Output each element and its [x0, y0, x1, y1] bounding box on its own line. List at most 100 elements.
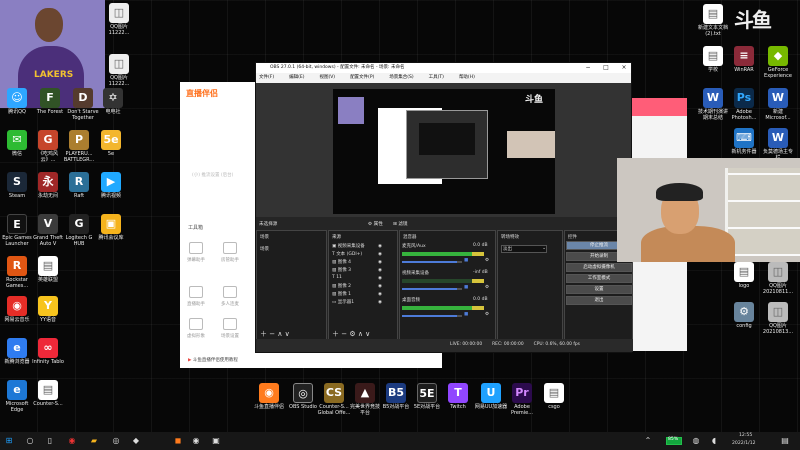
- minimize-icon[interactable]: −: [582, 63, 594, 73]
- menu-edit[interactable]: 编辑(E): [289, 73, 304, 83]
- tool-multi-mic[interactable]: 多人连麦: [216, 286, 244, 307]
- desktop-icon-diandian[interactable]: ✡ 电电社: [96, 88, 130, 116]
- desktop-icon-5e[interactable]: 5e 5e: [94, 130, 128, 158]
- notification-icon[interactable]: ▤: [779, 435, 791, 447]
- desktop-icon-counter-strike-file[interactable]: ▤ Counter-S...: [31, 380, 65, 408]
- source-item[interactable]: ▧ 图像 3: [332, 267, 351, 273]
- desktop-icon-word-review[interactable]: W 技术期刊演讲 期末总结: [696, 88, 730, 122]
- network-icon[interactable]: ◍: [690, 435, 702, 447]
- desktop-icon-netease-music[interactable]: ◉ 网易云音乐: [0, 296, 34, 324]
- steam-taskbar-icon[interactable]: ◎: [110, 435, 122, 447]
- desktop-icon-douyu-companion[interactable]: ◉ 斗鱼直播伴侣: [252, 383, 286, 411]
- desktop-icon-tencent-video[interactable]: ▶ 腾讯视频: [94, 172, 128, 200]
- desktop-icon-tencent-qq[interactable]: ☺ 腾讯QQ: [0, 88, 34, 116]
- desktop-icon-dont-starve[interactable]: D Don't Starve Together: [66, 88, 100, 122]
- desktop-icon-lol[interactable]: ▤ 英雄联盟: [31, 256, 65, 284]
- chrome-icon[interactable]: ◉: [66, 435, 78, 447]
- menu-scene-collection[interactable]: 场景集合(S): [389, 73, 413, 83]
- desktop-icon-gta-v[interactable]: V Grand Theft Auto V: [31, 214, 65, 248]
- game-taskbar-icon[interactable]: ◆: [130, 435, 142, 447]
- speaker-icon[interactable]: ■: [464, 258, 468, 263]
- desktop-icon-5e-platform[interactable]: 5E 5E对战平台: [410, 383, 444, 411]
- desktop-icon-qq-image-3[interactable]: ◫ QQ图片 20210811...: [761, 262, 795, 296]
- gear-icon[interactable]: ⚙: [485, 285, 489, 290]
- desktop-icon-wechat[interactable]: ✉ 微信: [0, 130, 34, 158]
- search-icon[interactable]: ○: [24, 435, 36, 447]
- speaker-icon[interactable]: ■: [464, 312, 468, 317]
- streamer-footer[interactable]: ▶ 斗鱼直播伴侣使用教程: [180, 352, 442, 368]
- visibility-icons[interactable]: ◉ ◉ ◉ ◉ ◉ ◉ ◉ ◉: [378, 243, 382, 307]
- menu-help[interactable]: 帮助(H): [459, 73, 475, 83]
- source-item[interactable]: ▣ 视频采集设备: [332, 243, 365, 249]
- maximize-icon[interactable]: □: [600, 63, 612, 73]
- desktop-icon-chicken-game[interactable]: G 《吃鸡风云》...: [31, 130, 65, 164]
- task-view-icon[interactable]: ▯: [44, 435, 56, 447]
- filters-button[interactable]: ⊞ 滤镜: [393, 221, 408, 227]
- taskbar-date[interactable]: 2022/1/12: [732, 441, 756, 446]
- obs-preview[interactable]: 斗鱼: [333, 89, 555, 214]
- tool-live-helper[interactable]: 直播助手: [182, 286, 210, 307]
- exit-button[interactable]: 退出: [566, 296, 632, 305]
- image-taskbar-icon[interactable]: ▣: [210, 435, 222, 447]
- close-icon[interactable]: ×: [618, 63, 630, 73]
- desktop-icon-yy[interactable]: Y YY语音: [31, 296, 65, 324]
- tool-room-admin[interactable]: 房管助手: [216, 242, 244, 263]
- scene-controls[interactable]: ＋ − ∧ ∨: [260, 329, 290, 339]
- desktop-icon-obs-studio[interactable]: ◎ OBS Studio: [286, 383, 320, 411]
- tool-scene-settings[interactable]: 场景设置: [216, 318, 244, 339]
- desktop-icon-perfect-world[interactable]: ▲ 完美世界竞技 平台: [348, 383, 382, 417]
- menu-profile[interactable]: 配置文件(P): [350, 73, 374, 83]
- desktop-icon-photoshop[interactable]: Ps Adobe Photosh...: [727, 88, 761, 122]
- menu-tools[interactable]: 工具(T): [429, 73, 444, 83]
- tool-danmaku[interactable]: 弹幕助手: [182, 242, 210, 263]
- source-item[interactable]: ▧ 图像 2: [332, 283, 351, 289]
- windows-start-icon[interactable]: ⊞: [3, 435, 15, 447]
- gear-icon[interactable]: ⚙: [485, 312, 489, 317]
- desktop-icon-b5-platform[interactable]: B5 B5对战平台: [379, 383, 413, 411]
- desktop-icon-edge[interactable]: e Microsoft Edge: [0, 380, 34, 414]
- desktop-icon-epic-games[interactable]: E Epic Games Launcher: [0, 214, 34, 248]
- desktop-icon-qq-image-2[interactable]: ◫ QQ图片 11222...: [102, 54, 136, 88]
- desktop-icon-logitech[interactable]: G Logitech G HUB: [62, 214, 96, 248]
- volume-slider[interactable]: [402, 315, 462, 317]
- desktop-icon-logo-file[interactable]: ▤ logo: [727, 262, 761, 290]
- volume-slider[interactable]: [402, 288, 462, 290]
- source-item[interactable]: ▭ 显示器1: [332, 299, 354, 305]
- desktop-icon-the-forest[interactable]: F The Forest: [33, 88, 67, 116]
- source-item[interactable]: ▧ 图像 1: [332, 291, 351, 297]
- desktop-icon-meeting-folder[interactable]: ▣ 腾讯会议库: [94, 214, 128, 242]
- speaker-icon[interactable]: ■: [464, 285, 468, 290]
- obs-taskbar-icon[interactable]: ◉: [190, 435, 202, 447]
- desktop-icon-new-word[interactable]: W 新建 Microsof...: [761, 88, 795, 122]
- desktop-icon-steam[interactable]: S Steam: [0, 172, 34, 200]
- desktop-icon-csgo-file[interactable]: ▤ csgo: [537, 383, 571, 411]
- desktop-icon-word-column[interactable]: W 负莫德场主专栏: [761, 128, 795, 162]
- desktop-icon-keyboard-tool[interactable]: ⌨ 新机务件器: [727, 128, 761, 156]
- studio-mode-button[interactable]: 工作室模式: [566, 274, 632, 283]
- desktop-icon-rockstar[interactable]: R Rockstar Games...: [0, 256, 34, 290]
- desktop-icon-twitch[interactable]: T Twitch: [441, 383, 475, 411]
- desktop-icon-naraka[interactable]: 永 永劫无间: [31, 172, 65, 200]
- source-item[interactable]: ▧ 图像 4: [332, 259, 351, 265]
- folder-icon[interactable]: ▰: [88, 435, 100, 447]
- desktop-icon-csgo[interactable]: CS Counter-S... Global Offe...: [317, 383, 351, 417]
- source-controls[interactable]: ＋ − ⚙ ∧ ∨: [332, 329, 370, 339]
- tool-virtual-avatar[interactable]: 虚拟形象: [182, 318, 210, 339]
- desktop-icon-browser[interactable]: e 新腾浏览器: [0, 338, 34, 366]
- chevron-up-icon[interactable]: ⌃: [642, 435, 654, 447]
- source-item[interactable]: T 文本 (GDI+): [332, 251, 362, 257]
- desktop-icon-new-text[interactable]: ▤ 新建文本文档 (2).txt: [696, 4, 730, 38]
- transition-select[interactable]: 淡出 ⌄: [501, 245, 547, 253]
- desktop-icon-uu-accelerator[interactable]: U 网易UU加速器: [474, 383, 508, 411]
- start-virtual-camera-button[interactable]: 启动虚拟摄像机: [566, 263, 632, 272]
- speaker-icon[interactable]: ◖: [708, 435, 720, 447]
- desktop-icon-premiere[interactable]: Pr Adobe Premie...: [505, 383, 539, 417]
- settings-button[interactable]: 设置: [566, 285, 632, 294]
- volume-slider[interactable]: [402, 261, 462, 263]
- desktop-icon-winrar[interactable]: ≡ WinRAR: [727, 46, 761, 74]
- douyu-taskbar-icon[interactable]: ◼: [172, 435, 184, 447]
- desktop-icon-geforce[interactable]: ◆ GeForce Experience: [761, 46, 795, 80]
- desktop-icon-pubg[interactable]: P PLAYERU... BATTLEGR...: [62, 130, 96, 164]
- gear-icon[interactable]: ⚙: [485, 258, 489, 263]
- desktop-icon-school[interactable]: ▤ 学校: [696, 46, 730, 74]
